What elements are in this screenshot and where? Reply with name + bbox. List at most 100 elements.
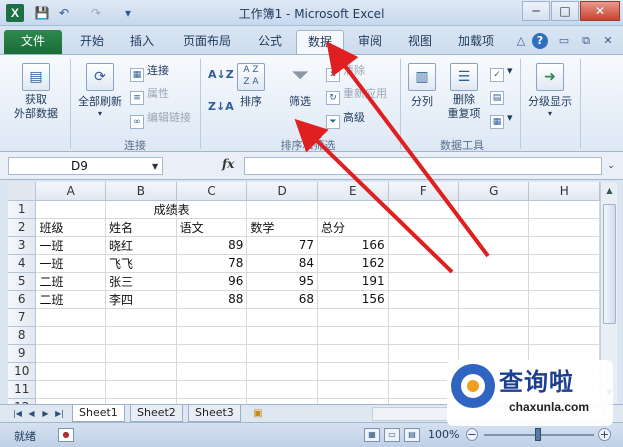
cell[interactable] (458, 272, 530, 291)
column-header[interactable]: D (246, 182, 318, 201)
cell[interactable]: 68 (246, 290, 318, 309)
column-header[interactable]: G (458, 182, 530, 201)
row-header[interactable]: 10 (8, 362, 37, 381)
zoom-out-button[interactable]: − (466, 428, 478, 441)
cell[interactable] (528, 272, 600, 291)
expand-formula-bar-icon[interactable]: ⌄ (604, 158, 618, 174)
cell[interactable] (388, 236, 460, 255)
cell[interactable] (528, 200, 600, 219)
properties-button[interactable]: ≡ 属性 (130, 86, 169, 105)
cell[interactable]: 88 (176, 290, 248, 309)
data-validation-button[interactable]: ✓ ▾ (490, 63, 513, 82)
tab-data[interactable]: 数据 (296, 30, 344, 54)
tab-file[interactable]: 文件 (4, 30, 62, 54)
text-to-columns-button[interactable]: ▥ 分列 (404, 63, 440, 109)
row-header[interactable]: 1 (8, 200, 37, 219)
tab-home[interactable]: 开始 (74, 30, 110, 54)
cell[interactable] (388, 326, 460, 345)
insert-sheet-icon[interactable]: ▣ (250, 406, 266, 421)
zoom-slider-thumb[interactable] (535, 428, 541, 441)
cell[interactable] (388, 290, 460, 309)
cell[interactable]: 飞飞 (105, 254, 177, 273)
cell[interactable]: 78 (176, 254, 248, 273)
cell[interactable] (528, 218, 600, 237)
cell[interactable] (317, 308, 389, 327)
cell[interactable]: 95 (246, 272, 318, 291)
zoom-level[interactable]: 100% (428, 428, 459, 441)
page-break-view-icon[interactable]: ▤ (404, 428, 420, 442)
cell[interactable]: 162 (317, 254, 389, 273)
cell[interactable] (105, 362, 177, 381)
tab-formulas[interactable]: 公式 (252, 30, 288, 54)
row-header[interactable]: 7 (8, 308, 37, 327)
cell[interactable]: 166 (317, 236, 389, 255)
next-sheet-icon[interactable]: ▶ (40, 407, 51, 420)
cell[interactable]: 成绩表 (154, 200, 248, 219)
tab-page-layout[interactable]: 页面布局 (176, 30, 238, 54)
remove-duplicates-button[interactable]: ☰ 删除 重复项 (444, 63, 484, 121)
cell-header[interactable]: 总分 (317, 218, 389, 237)
doc-close-icon[interactable]: ✕ (600, 33, 616, 49)
column-header[interactable]: E (317, 182, 389, 201)
cell[interactable] (528, 308, 600, 327)
consolidate-button[interactable]: ▤ (490, 86, 507, 105)
insert-function-button[interactable]: fx (222, 157, 234, 171)
cell[interactable] (35, 200, 107, 219)
clear-filter-button[interactable]: ✕ 清除 (326, 63, 365, 82)
get-external-data-button[interactable]: ▤ 获取 外部数据 (8, 63, 64, 121)
scroll-thumb[interactable] (603, 204, 616, 324)
cell[interactable]: 96 (176, 272, 248, 291)
what-if-button[interactable]: ▦ ▾ (490, 110, 513, 129)
last-sheet-icon[interactable]: ▶| (54, 407, 65, 420)
cell-header[interactable]: 姓名 (105, 218, 177, 237)
cell[interactable] (105, 344, 177, 363)
zoom-in-button[interactable]: + (598, 428, 611, 441)
tab-review[interactable]: 审阅 (352, 30, 388, 54)
scroll-up-icon[interactable]: ▲ (603, 184, 616, 198)
cell-header[interactable]: 语文 (176, 218, 248, 237)
cell[interactable] (388, 272, 460, 291)
refresh-all-button[interactable]: ⟳ 全部刷新 ▾ (74, 63, 126, 118)
cell[interactable] (317, 344, 389, 363)
cell[interactable] (458, 326, 530, 345)
sort-button[interactable]: A ZZ A 排序 (236, 63, 266, 109)
cell[interactable] (458, 290, 530, 309)
cell[interactable]: 二班 (35, 290, 107, 309)
cell[interactable] (176, 344, 248, 363)
cell[interactable] (105, 380, 177, 399)
macro-record-icon[interactable]: ● (58, 428, 74, 442)
tab-view[interactable]: 视图 (402, 30, 438, 54)
column-header[interactable]: A (35, 182, 107, 201)
column-header[interactable]: F (388, 182, 460, 201)
cell[interactable] (176, 326, 248, 345)
minimize-button[interactable]: ─ (522, 1, 550, 21)
cell[interactable] (246, 200, 318, 219)
cell[interactable] (528, 326, 600, 345)
cell[interactable] (388, 254, 460, 273)
cell[interactable] (388, 308, 460, 327)
cell[interactable] (317, 380, 389, 399)
normal-view-icon[interactable]: ▦ (364, 428, 380, 442)
cell[interactable] (246, 344, 318, 363)
cell[interactable] (388, 200, 460, 219)
name-box-dropdown-icon[interactable]: ▼ (152, 162, 158, 171)
doc-minimize-icon[interactable]: ▭ (556, 33, 572, 49)
maximize-button[interactable]: □ (551, 1, 579, 21)
ribbon-collapse-icon[interactable]: △ (513, 33, 529, 49)
formula-input[interactable] (244, 157, 602, 175)
row-header[interactable]: 11 (8, 380, 37, 399)
cell[interactable] (35, 362, 107, 381)
cell[interactable] (105, 326, 177, 345)
cell[interactable] (528, 290, 600, 309)
column-header[interactable]: H (528, 182, 600, 201)
cell[interactable] (458, 218, 530, 237)
cell[interactable] (317, 326, 389, 345)
cell[interactable] (176, 380, 248, 399)
row-header[interactable]: 4 (8, 254, 37, 273)
cell-header[interactable]: 数学 (246, 218, 318, 237)
connections-button[interactable]: ▦ 连接 (130, 63, 169, 82)
row-header[interactable]: 2 (8, 218, 37, 237)
prev-sheet-icon[interactable]: ◀ (26, 407, 37, 420)
tab-addins[interactable]: 加载项 (452, 30, 500, 54)
cell[interactable] (35, 326, 107, 345)
